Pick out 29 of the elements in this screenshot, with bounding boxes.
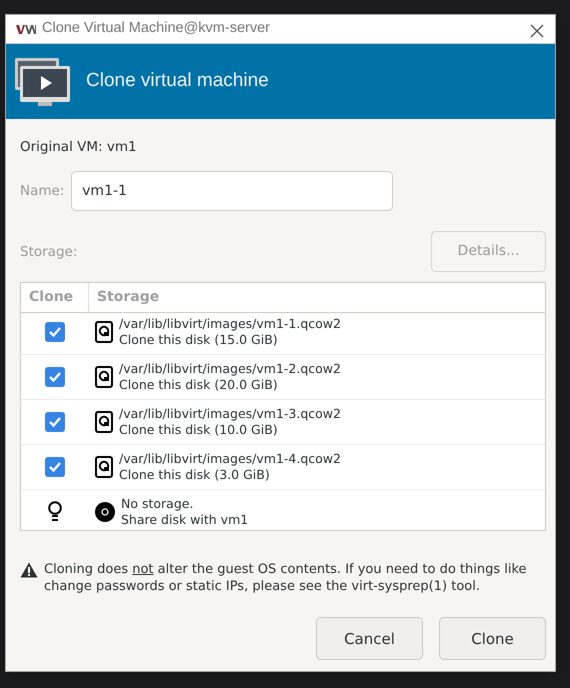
header-title: Clone virtual machine	[86, 69, 269, 94]
checkbox[interactable]	[45, 367, 65, 388]
app-logo-icon	[16, 24, 36, 34]
checkmark-icon	[48, 416, 62, 428]
checkmark-icon	[48, 461, 62, 474]
original-vm-label: Original VM: vm1	[20, 138, 138, 157]
checkbox[interactable]	[45, 457, 65, 478]
checkmark-icon	[48, 371, 62, 384]
checkmark-icon	[48, 326, 62, 338]
storage-text: /var/lib/libvirt/images/vm1-3.qcow2 Clone this disk (10.0 GiB)	[119, 406, 341, 438]
lightbulb-icon	[48, 501, 62, 524]
storage-text: /var/lib/libvirt/images/vm1-1.qcow2 Clone this disk (15.0 GiB)	[119, 316, 341, 348]
column-header: Clone	[21, 283, 89, 312]
column-header: Storage	[96, 288, 160, 308]
storage-label: Storage:	[20, 242, 78, 262]
checkbox[interactable]	[45, 322, 65, 342]
window-title: Clone Virtual Machine@kvm-server	[42, 19, 270, 38]
virtual-machine-monitor-icon	[14, 56, 72, 106]
checkbox[interactable]	[45, 412, 65, 432]
storage-text: /var/lib/libvirt/images/vm1-4.qcow2 Clone this disk (3.0 GiB)	[119, 451, 341, 484]
warning-text: Cloning does not alter the guest OS contents. If you need to do things like change passwords or static IPs, please see the virt-sysprep(1) tool.	[44, 561, 528, 596]
cd-icon	[95, 502, 115, 522]
storage-text: No storage. Share disk with vm1	[121, 496, 248, 528]
name-label: Name:	[20, 182, 64, 202]
dialog-button[interactable]: Cancel	[316, 617, 423, 660]
name-field[interactable]: vm1-1	[71, 171, 394, 212]
storage-text: /var/lib/libvirt/images/vm1-2.qcow2 Clone this disk (20.0 GiB)	[119, 361, 341, 394]
warning-icon	[20, 562, 38, 578]
dialog-button[interactable]: Clone	[439, 617, 546, 660]
